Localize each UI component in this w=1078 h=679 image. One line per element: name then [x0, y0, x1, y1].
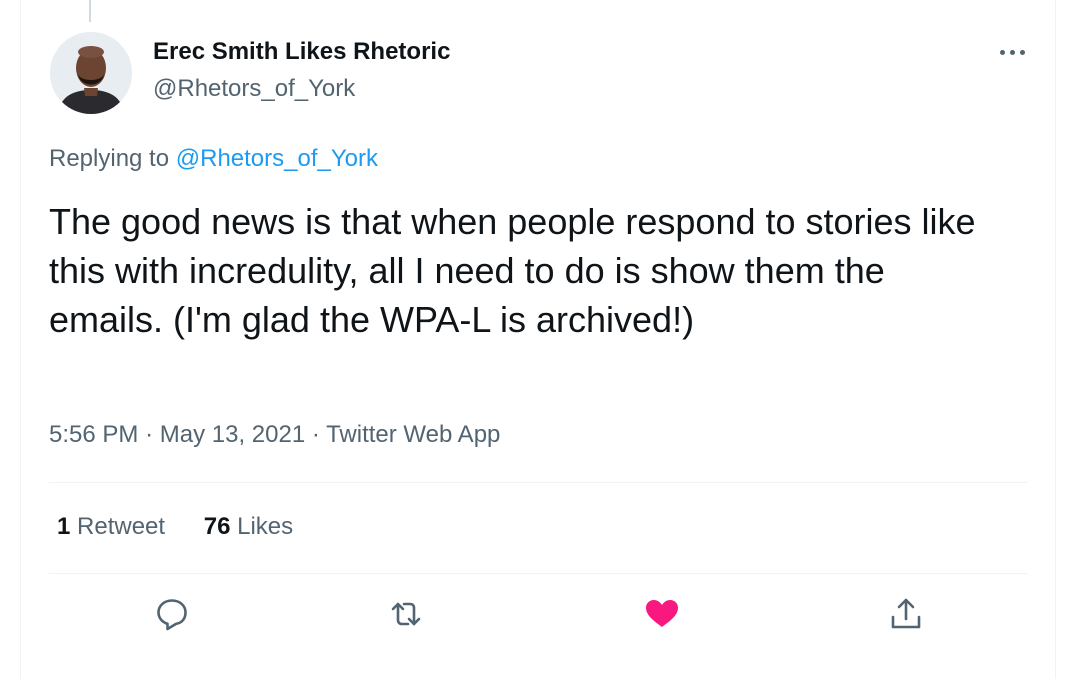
retweet-button[interactable] [384, 592, 428, 636]
author-display-name[interactable]: Erec Smith Likes Rhetoric [153, 38, 450, 66]
reply-button[interactable] [150, 592, 194, 636]
retweets-count: 1 [57, 513, 71, 540]
likes-label: Likes [237, 513, 294, 540]
reply-icon [157, 599, 187, 631]
divider [49, 573, 1027, 574]
tweet-stats: 1 Retweet 76 Likes [57, 513, 293, 541]
divider [49, 482, 1027, 483]
heart-icon [646, 600, 678, 627]
likes-stat[interactable]: 76 Likes [204, 513, 293, 541]
more-options-icon[interactable] [996, 44, 1030, 64]
tweet-source-link[interactable]: Twitter Web App [326, 421, 500, 448]
tweet-text: The good news is that when people respon… [49, 201, 976, 340]
tweet-date-link[interactable]: May 13, 2021 [160, 421, 305, 448]
likes-count: 76 [203, 513, 231, 540]
avatar[interactable] [50, 32, 132, 114]
replying-to-line: Replying to @Rhetors_of_York [49, 145, 378, 173]
tweet-time-link[interactable]: 5:56 PM [49, 421, 138, 448]
like-button[interactable] [640, 592, 684, 636]
replying-to-handle-link[interactable]: @Rhetors_of_York [176, 145, 378, 172]
retweets-stat[interactable]: 1 Retweet [57, 513, 165, 541]
meta-separator: · [145, 421, 154, 448]
thread-connector-line [89, 0, 91, 22]
share-button[interactable] [884, 592, 928, 636]
author-handle[interactable]: @Rhetors_of_York [153, 75, 355, 103]
tweet-meta: 5:56 PM · May 13, 2021 · Twitter Web App [49, 421, 500, 449]
replying-to-label: Replying to [49, 145, 170, 172]
meta-separator: · [311, 421, 320, 448]
share-icon [891, 598, 921, 629]
retweets-label: Retweet [77, 513, 166, 540]
retweet-icon [391, 602, 421, 626]
